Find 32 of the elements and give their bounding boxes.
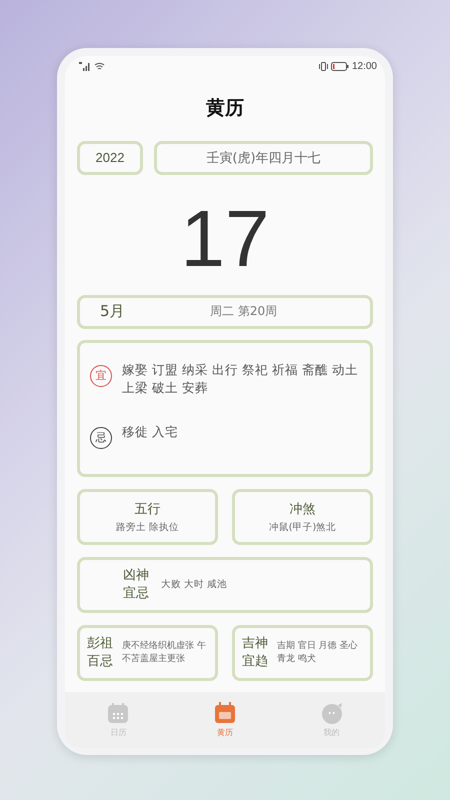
- card-text: 青龙 鸣犬: [277, 652, 316, 666]
- status-time: 12:00: [352, 60, 377, 72]
- day-number: 17: [180, 198, 270, 285]
- card-text: 冲鼠(甲子)煞北: [268, 520, 336, 534]
- card-title: 彭祖百忌: [87, 634, 114, 671]
- activity-list: 上梁 破土 安葬: [122, 378, 208, 397]
- week-info: 周二 第20周: [210, 303, 278, 320]
- card-text: 吉期 官日 月德 圣心: [277, 640, 358, 653]
- card-title: 凶神宜忌: [123, 566, 150, 603]
- avoid-badge: 忌: [90, 426, 112, 449]
- calendar-icon: [107, 702, 130, 724]
- card-title: 吉神宜趋: [242, 634, 269, 671]
- card-title: 冲煞: [290, 500, 316, 518]
- activity-list: 移徙 入宅: [122, 422, 178, 441]
- tab[interactable]: 黄历: [194, 702, 255, 738]
- calendar-icon: [214, 702, 236, 724]
- signal-icon: [79, 62, 91, 70]
- wifi-icon: [94, 62, 105, 70]
- suitable-badge: 宜: [90, 364, 112, 387]
- card-text: 路旁土 除执位: [116, 520, 180, 534]
- vibrate-icon: [318, 62, 328, 70]
- battery-icon: [330, 62, 349, 70]
- activity-list: 嫁娶 订盟 纳采 出行 祭祀 祈福 斋醮 动土: [122, 360, 358, 379]
- lunar-date: 壬寅(虎)年四月十七: [154, 140, 373, 175]
- card-text: 不苫盖屋主更张: [122, 652, 185, 666]
- month-label: 5月: [100, 302, 126, 322]
- card-text: 庚不经络织机虚张 午: [122, 640, 206, 653]
- face-icon: [320, 702, 343, 724]
- card-text: 大败 大时 咸池: [161, 578, 228, 592]
- year-label[interactable]: 2022: [77, 140, 143, 175]
- page-title: 黄历: [205, 96, 245, 121]
- card-title: 五行: [134, 500, 160, 518]
